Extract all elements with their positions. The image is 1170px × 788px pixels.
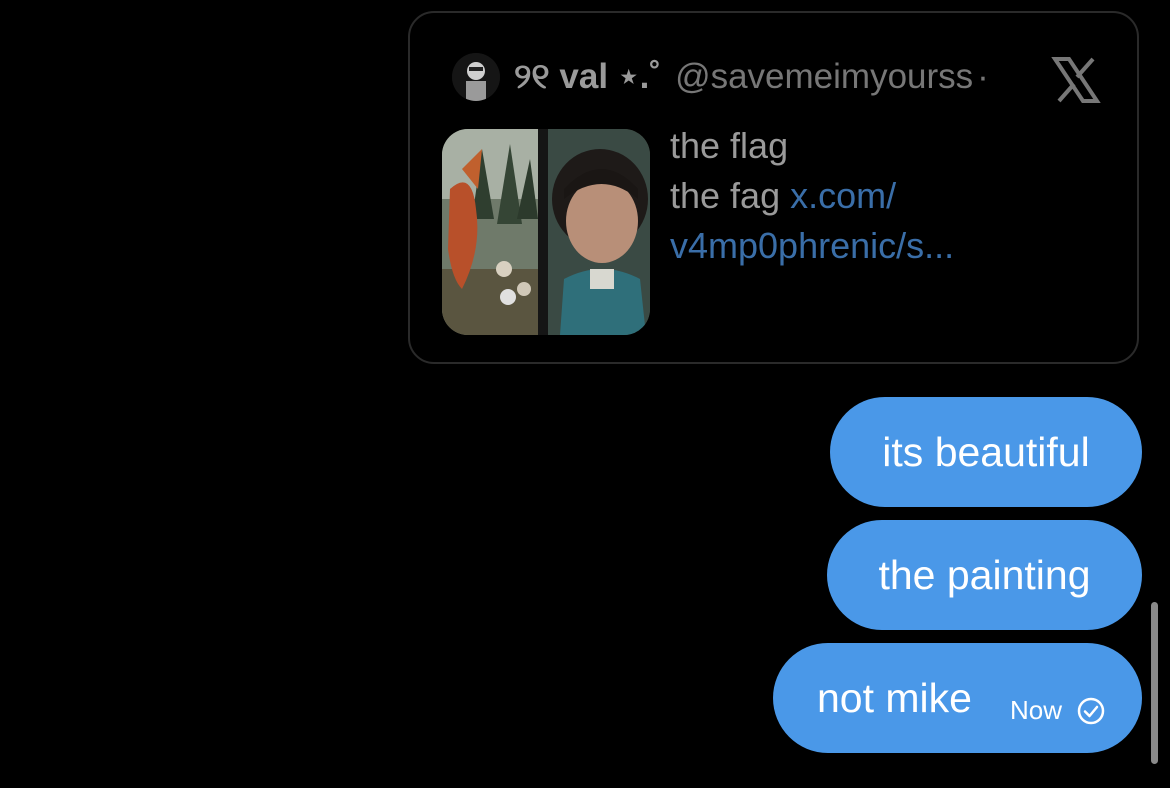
- message-text: not mike: [817, 674, 972, 721]
- quoted-post-text: the flag the fag x.com/ v4mp0phrenic/s..…: [670, 121, 1110, 271]
- message-bubble[interactable]: the painting: [827, 520, 1142, 630]
- message-text: its beautiful: [882, 428, 1090, 475]
- post-line-1: the flag: [670, 125, 789, 166]
- author-name: ୨୧ val ⋆.˚: [514, 57, 662, 96]
- post-thumbnail[interactable]: [442, 129, 650, 335]
- x-logo-icon: [1051, 57, 1101, 103]
- quoted-post-header: ୨୧ val ⋆.˚ @savemeimyourss ·: [452, 49, 1102, 105]
- message-bubble[interactable]: not mike Now: [773, 643, 1142, 753]
- sent-check-icon: [1077, 697, 1105, 724]
- post-link-part2[interactable]: v4mp0phrenic/s...: [670, 221, 1110, 271]
- author-handle: @savemeimyourss: [675, 57, 974, 96]
- author-avatar[interactable]: [452, 53, 500, 101]
- scrollbar[interactable]: [1151, 602, 1158, 764]
- message-bubble[interactable]: its beautiful: [830, 397, 1142, 507]
- post-line-2: the fag: [670, 175, 781, 216]
- message-text: the painting: [878, 551, 1091, 598]
- post-link-part1[interactable]: x.com/: [790, 175, 896, 216]
- separator-dot: ·: [977, 57, 989, 96]
- quoted-post-card[interactable]: ୨୧ val ⋆.˚ @savemeimyourss · the flag th…: [408, 11, 1139, 364]
- message-meta: Now: [1010, 695, 1106, 726]
- message-timestamp: Now: [1009, 695, 1062, 725]
